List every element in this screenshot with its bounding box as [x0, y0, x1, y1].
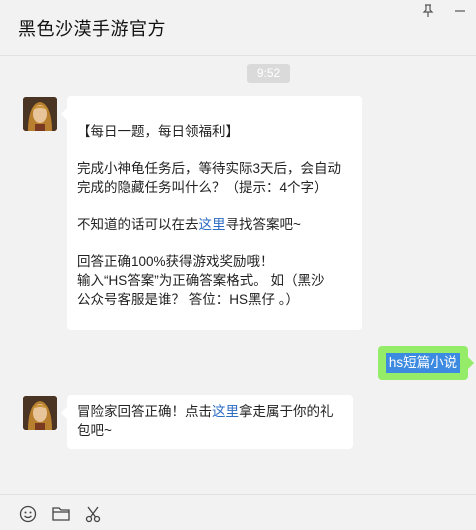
hint-text: 寻找答案吧~ — [225, 217, 301, 232]
scissors-icon[interactable] — [83, 504, 103, 524]
question-line: 完成的隐藏任务叫什么？（提示：4个字） — [77, 180, 328, 195]
message-header: 【每日一题，每日领福利】 — [77, 124, 239, 139]
folder-icon[interactable] — [51, 504, 71, 524]
emoji-icon[interactable] — [18, 504, 38, 524]
message-timestamp: 9:52 — [247, 64, 290, 83]
character-avatar[interactable] — [23, 97, 57, 131]
answer-text: 冒险家回答正确！点击 — [77, 404, 212, 419]
hint-text: 不知道的话可以在去 — [77, 217, 199, 232]
chat-title: 黑色沙漠手游官方 — [18, 19, 166, 39]
question-line: 完成小神龟任务后，等待实际3天后，会自动 — [77, 161, 342, 176]
hint-link[interactable]: 这里 — [199, 217, 226, 232]
answer-text: 拿走属于你的礼 — [239, 404, 334, 419]
chat-header: 黑色沙漠手游官方 — [0, 0, 476, 56]
question-message-bubble[interactable]: 【每日一题，每日领福利】 完成小神龟任务后，等待实际3天后，会自动 完成的隐藏任… — [61, 96, 362, 330]
input-toolbar — [0, 494, 476, 530]
answer-line: 冒险家回答正确！点击这里拿走属于你的礼 — [77, 402, 343, 421]
self-message-text: hs短篇小说 — [385, 353, 461, 373]
hint-line: 不知道的话可以在去这里寻找答案吧~ — [77, 215, 352, 234]
answer-line: 包吧~ — [77, 423, 112, 438]
gift-link[interactable]: 这里 — [212, 404, 239, 419]
pin-icon[interactable] — [418, 0, 438, 22]
character-avatar[interactable] — [23, 396, 57, 430]
reward-line: 回答正确100%获得游戏奖励哦！ — [77, 254, 274, 269]
self-message-bubble[interactable]: hs短篇小说 — [378, 346, 474, 380]
answer-message-bubble[interactable]: 冒险家回答正确！点击这里拿走属于你的礼 包吧~ — [61, 395, 353, 449]
reward-line: 公众号客服是谁？ 答位：HS黑仔 。） — [77, 292, 300, 307]
minimize-icon[interactable] — [450, 0, 470, 22]
reward-line: 输入“HS答案”为正确答案格式。 如（黑沙 — [77, 273, 325, 288]
